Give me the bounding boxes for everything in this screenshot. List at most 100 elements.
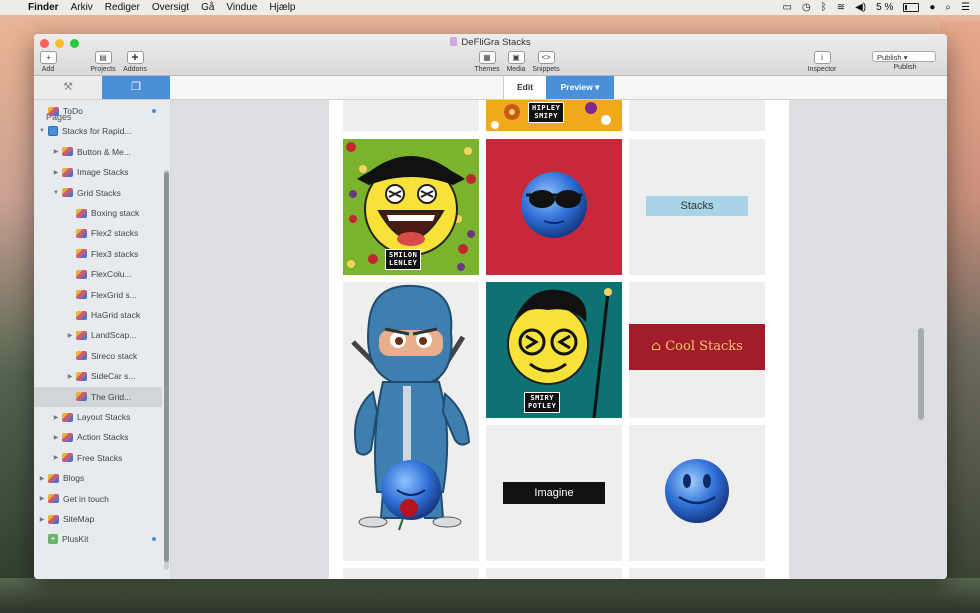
sidebar-item[interactable]: + PlusKit	[34, 529, 162, 549]
spotlight-search-icon[interactable]: ⌕	[945, 2, 951, 13]
cool-stacks-button[interactable]: ⌂ Cool Stacks	[629, 324, 765, 370]
menu-rediger[interactable]: Rediger	[99, 2, 146, 13]
menu-hjaelp[interactable]: Hjælp	[263, 2, 301, 13]
sidebar-item[interactable]: ▶ Action Stacks	[34, 427, 162, 447]
disclosure-collapsed-icon[interactable]: ▶	[66, 373, 74, 380]
sidebar-item[interactable]: Boxing stack	[34, 203, 162, 223]
snippets-button[interactable]: <> Snippets	[530, 51, 562, 73]
menu-finder[interactable]: Finder	[22, 2, 65, 13]
inspector-button[interactable]: i Inspector	[805, 51, 839, 73]
publish-control[interactable]: Publish ▾ Publish	[872, 51, 938, 71]
sidebar-item-label: Blogs	[63, 473, 85, 484]
grid-cell	[343, 100, 479, 131]
sidebar-item[interactable]: FlexColu...	[34, 264, 162, 284]
menu-arkiv[interactable]: Arkiv	[65, 2, 99, 13]
bluetooth-icon[interactable]: ᛒ	[821, 2, 827, 13]
stacks-icon	[76, 330, 87, 340]
time-machine-icon[interactable]: ◷	[802, 2, 811, 13]
add-label: Add	[41, 66, 55, 73]
addons-button[interactable]: ✚ Addons	[120, 51, 150, 73]
edit-tab[interactable]: Edit	[503, 76, 547, 99]
sidebar-item-label: Free Stacks	[77, 452, 123, 463]
grid-cell	[343, 568, 479, 579]
sidebar-item-label: Layout Stacks	[77, 412, 131, 422]
wifi-icon[interactable]: ≋	[837, 2, 845, 13]
title-bar: DeFliGra Stacks + Add ▤ Projects ✚ Addons ▦…	[34, 34, 947, 76]
sidebar-item[interactable]: ▶ Layout Stacks	[34, 407, 162, 427]
sidebar-item[interactable]: ▶ Free Stacks	[34, 448, 162, 468]
sidebar-item-label: Boxing stack	[91, 208, 140, 218]
menu-ga[interactable]: Gå	[195, 2, 220, 13]
projects-label: Projects	[90, 66, 116, 73]
sidebar-item[interactable]: Sireco stack	[34, 346, 162, 366]
notification-center-icon[interactable]: ☰	[961, 2, 970, 13]
stacks-button[interactable]: Stacks	[646, 196, 748, 216]
preview-tab[interactable]: Preview ▾	[546, 76, 614, 99]
sidebar-item[interactable]: HaGrid stack	[34, 305, 162, 325]
disclosure-collapsed-icon[interactable]: ▶	[52, 454, 60, 461]
sidebar-item[interactable]: ToDo	[34, 101, 162, 121]
sidebar-item-label: Stacks for Rapid...	[62, 126, 132, 137]
disclosure-collapsed-icon[interactable]: ▶	[52, 148, 60, 155]
stacks-icon	[76, 208, 87, 218]
menu-vindue[interactable]: Vindue	[220, 2, 263, 13]
disclosure-expanded-icon[interactable]: ▼	[52, 190, 60, 196]
battery-icon[interactable]	[903, 3, 920, 12]
stacks-icon	[76, 310, 87, 320]
stacks-icon	[76, 269, 87, 279]
addons-label: Addons	[123, 66, 147, 73]
blue-smiley-sunglasses-image	[521, 172, 587, 238]
sidebar-item-label: ToDo	[63, 106, 83, 116]
user-icon[interactable]: ●	[929, 2, 935, 13]
tab-tools[interactable]: ⚒	[34, 76, 102, 99]
sidebar-item[interactable]: ▶ Blogs	[34, 468, 162, 488]
battery-percent[interactable]: 5 %	[876, 2, 893, 13]
sidebar-item[interactable]: ▼ Stacks for Rapid...	[34, 121, 162, 141]
sidebar-item-label: HaGrid stack	[91, 310, 141, 320]
projects-button[interactable]: ▤ Projects	[88, 51, 118, 73]
preview-scrollbar[interactable]	[918, 328, 924, 420]
sidebar-item[interactable]: ▶ Get in touch	[34, 489, 162, 509]
disclosure-collapsed-icon[interactable]: ▶	[38, 516, 46, 523]
sidebar-item[interactable]: The Grid...	[34, 386, 162, 407]
sidebar-item-label: Button & Me...	[77, 146, 131, 157]
airplay-icon[interactable]: ▭	[783, 2, 792, 13]
themes-icon: ▦	[478, 51, 496, 64]
disclosure-collapsed-icon[interactable]: ▶	[52, 414, 60, 421]
stacks-icon	[76, 290, 87, 300]
sidebar-item-label: SiteMap	[63, 514, 95, 524]
grid-cell-ninja	[343, 282, 479, 561]
disclosure-collapsed-icon[interactable]: ▶	[38, 495, 46, 502]
sidebar-item[interactable]: FlexGrid s...	[34, 285, 162, 305]
sidebar-item[interactable]: ▶ Button & Me...	[34, 142, 162, 162]
disclosure-collapsed-icon[interactable]: ▶	[38, 475, 46, 482]
disclosure-collapsed-icon[interactable]: ▶	[52, 169, 60, 176]
add-button[interactable]: + Add	[40, 51, 57, 73]
preview-area: HIPLEY SMIPY SMILON LENLEY Stacks SMIRY …	[171, 100, 947, 579]
media-button[interactable]: ▣ Media	[504, 51, 528, 73]
stacks-icon	[48, 494, 59, 504]
menu-oversigt[interactable]: Oversigt	[146, 2, 195, 13]
grid-cell	[486, 568, 622, 579]
publish-button-text: Publish	[877, 53, 902, 62]
sidebar-item[interactable]: ▶ SideCar s...	[34, 366, 162, 386]
sidebar-item[interactable]: ▶ Image Stacks	[34, 162, 162, 182]
sidebar-scrollbar[interactable]	[164, 170, 169, 570]
disclosure-expanded-icon[interactable]: ▼	[38, 128, 46, 134]
stacks-icon	[62, 147, 73, 157]
sidebar-item[interactable]: Flex2 stacks	[34, 223, 162, 243]
sidebar-item[interactable]: ▶ LandScap...	[34, 325, 162, 345]
disclosure-collapsed-icon[interactable]: ▶	[66, 332, 74, 339]
sidebar-item[interactable]: ▼ Grid Stacks	[34, 183, 162, 203]
imagine-button[interactable]: Imagine	[503, 482, 605, 504]
sidebar-item-label: The Grid...	[91, 391, 132, 402]
sidebar-item[interactable]: Flex3 stacks	[34, 244, 162, 264]
ninja-character-image	[351, 284, 471, 531]
themes-button[interactable]: ▦ Themes	[473, 51, 501, 73]
publish-button[interactable]: Publish ▾	[872, 51, 936, 62]
sidebar-item[interactable]: ▶ SiteMap	[34, 509, 162, 529]
tab-pages[interactable]: ❐	[102, 76, 170, 99]
volume-icon[interactable]: ◀)	[855, 2, 866, 13]
disclosure-collapsed-icon[interactable]: ▶	[52, 434, 60, 441]
stacks-icon	[62, 188, 73, 198]
